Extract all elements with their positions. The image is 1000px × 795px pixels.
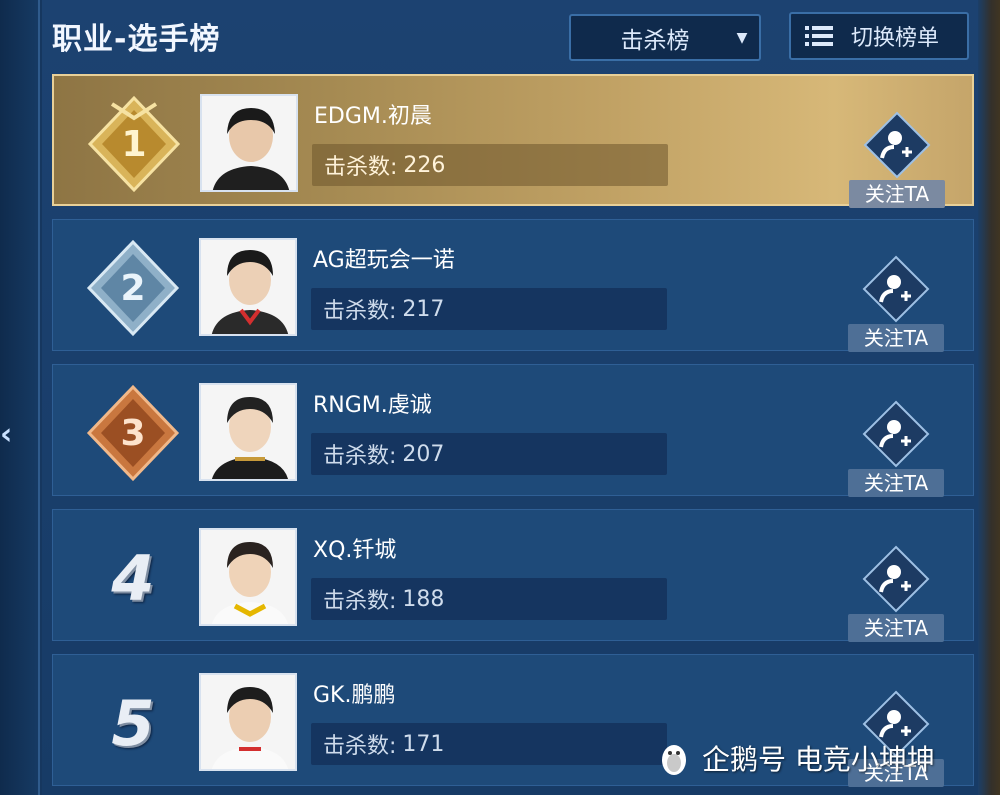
player-name: AG超玩会一诺 xyxy=(313,248,455,273)
kill-count-box: 击杀数: 217 xyxy=(311,288,667,330)
bronze-medal-icon: 3 xyxy=(86,384,180,482)
kill-count-box: 击杀数: 188 xyxy=(311,578,667,620)
rank-number: 3 xyxy=(120,413,145,454)
list-icon xyxy=(805,26,833,46)
silver-medal-icon: 2 xyxy=(86,239,180,337)
chevron-down-icon: ▼ xyxy=(736,29,748,46)
follow-button[interactable]: 关注TA xyxy=(849,180,945,208)
follow-button[interactable]: 关注TA xyxy=(848,324,944,352)
player-name: GK.鹏鹏 xyxy=(313,683,396,708)
watermark-text: 企鹅号 电竞小坤坤 xyxy=(702,743,935,776)
follow-button[interactable]: 关注TA xyxy=(848,614,944,642)
rank-number: 5 xyxy=(111,687,155,760)
kill-count-box: 击杀数: 226 xyxy=(312,144,668,186)
switch-list-button[interactable]: 切换榜单 xyxy=(789,12,969,60)
player-row: 4 XQ.钎城 击杀数: 188 关注TA xyxy=(52,509,974,642)
penguin-icon xyxy=(662,745,686,775)
player-avatar xyxy=(199,238,297,336)
kill-count-label: 击杀数: xyxy=(324,155,398,180)
kill-count-value: 171 xyxy=(402,731,445,757)
gold-medal-icon: 1 xyxy=(87,95,181,193)
kill-count-value: 217 xyxy=(402,296,445,322)
player-name: EDGM.初晨 xyxy=(314,104,432,129)
follow-user-icon[interactable] xyxy=(861,544,931,614)
player-name: XQ.钎城 xyxy=(313,538,397,563)
rank-number: 1 xyxy=(121,124,146,165)
player-avatar xyxy=(199,528,297,626)
left-side-strip xyxy=(0,0,40,795)
kill-count-value: 188 xyxy=(402,586,445,612)
player-row: 3 RNGM.虔诚 击杀数: 207 关注TA xyxy=(52,364,974,497)
follow-user-icon[interactable] xyxy=(861,254,931,324)
follow-user-icon[interactable] xyxy=(862,110,932,180)
follow-user-icon[interactable] xyxy=(861,399,931,469)
player-row: 1 EDGM.初晨 击杀数: 226 关注TA xyxy=(52,74,974,208)
player-avatar xyxy=(199,383,297,481)
player-row: 2 AG超玩会一诺 击杀数: 217 关注TA xyxy=(52,219,974,352)
page-title: 职业-选手榜 xyxy=(52,22,221,57)
player-avatar xyxy=(200,94,298,192)
right-side-strip xyxy=(978,0,1000,795)
player-avatar xyxy=(199,673,297,771)
kill-count-value: 207 xyxy=(402,441,445,467)
kill-count-label: 击杀数: xyxy=(323,589,397,614)
kill-count-label: 击杀数: xyxy=(323,734,397,759)
collapse-chevron-icon[interactable]: ‹ xyxy=(0,415,22,455)
kill-count-label: 击杀数: xyxy=(323,299,397,324)
kill-count-box: 击杀数: 207 xyxy=(311,433,667,475)
kill-count-label: 击杀数: xyxy=(323,444,397,469)
kill-count-box: 击杀数: 171 xyxy=(311,723,667,765)
rank-number: 2 xyxy=(120,268,145,309)
follow-button[interactable]: 关注TA xyxy=(848,469,944,497)
rank-number: 4 xyxy=(111,542,155,615)
watermark: 企鹅号 电竞小坤坤 xyxy=(654,738,935,778)
switch-list-label: 切换榜单 xyxy=(851,26,940,51)
player-name: RNGM.虔诚 xyxy=(313,393,432,418)
kill-count-value: 226 xyxy=(403,152,446,178)
dropdown-selected-value: 击杀榜 xyxy=(620,27,690,54)
ranking-type-dropdown[interactable]: 击杀榜 ▼ xyxy=(569,14,761,61)
